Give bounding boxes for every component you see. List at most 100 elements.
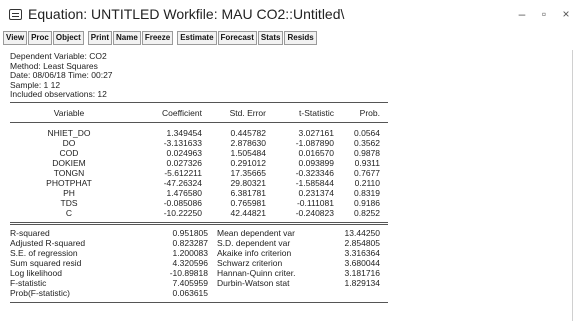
toolbar-group-estimate: Estimate Forecast Stats Resids <box>177 31 318 45</box>
stat-label: Sum squared resid <box>10 258 82 268</box>
stat-label: F-statistic <box>10 278 47 288</box>
cell-prob: 0.2110 <box>354 178 380 188</box>
table-row: COD 0.024963 1.505484 0.016570 0.9878 <box>10 148 388 158</box>
view-button[interactable]: View <box>3 31 28 45</box>
resids-button[interactable]: Resids <box>284 31 317 45</box>
estimation-output: Dependent Variable: CO2 Method: Least Sq… <box>10 51 390 303</box>
cell-std-error: 0.445782 <box>230 128 266 138</box>
stat-value: 0.823287 <box>172 238 208 248</box>
column-header-t-statistic: t-Statistic <box>299 108 334 118</box>
stat-value: 3.316364 <box>344 248 380 258</box>
stats-button[interactable]: Stats <box>257 31 284 45</box>
stat-label: Schwarz criterion <box>217 258 283 268</box>
column-header-variable: Variable <box>53 108 85 118</box>
cell-coefficient: -47.26324 <box>163 178 202 188</box>
cell-std-error: 0.765981 <box>230 198 266 208</box>
cell-coefficient: -5.612211 <box>164 168 202 178</box>
stat-label: S.D. dependent var <box>217 238 291 248</box>
cell-prob: 0.9878 <box>354 148 380 158</box>
column-header-std-error: Std. Error <box>229 108 266 118</box>
name-button[interactable]: Name <box>113 31 141 45</box>
stat-label: Durbin-Watson stat <box>217 278 290 288</box>
cell-std-error: 6.381781 <box>230 188 266 198</box>
stat-label: Log likelihood <box>10 268 62 278</box>
stats-row: Adjusted R-squared 0.823287 S.D. depende… <box>10 238 388 248</box>
cell-variable: PHOTPHAT <box>46 178 92 188</box>
proc-button[interactable]: Proc <box>28 31 52 45</box>
cell-coefficient: -0.085086 <box>163 198 202 208</box>
stat-label: Mean dependent var <box>217 228 295 238</box>
table-header-rule <box>10 122 388 123</box>
stats-row: Prob(F-statistic) 0.063615 <box>10 288 388 298</box>
window-controls: – ▫ × <box>516 8 572 20</box>
stat-label: Adjusted R-squared <box>10 238 86 248</box>
stats-row: Sum squared resid 4.320596 Schwarz crite… <box>10 258 388 268</box>
column-header-coefficient: Coefficient <box>161 108 202 118</box>
cell-variable: PH <box>63 188 75 198</box>
cell-t-statistic: 3.027161 <box>298 128 334 138</box>
stat-value: 0.063615 <box>172 288 208 298</box>
stat-label: R-squared <box>10 228 50 238</box>
cell-variable: DO <box>62 138 76 148</box>
window-right-border <box>572 50 573 321</box>
toolbar-group-print: Print Name Freeze <box>87 31 174 45</box>
equation-toolbar: View Proc Object Print Name Freeze Estim… <box>3 31 321 45</box>
table-row: NHIET_DO 1.349454 0.445782 3.027161 0.05… <box>10 128 388 138</box>
cell-t-statistic: -1.585844 <box>295 178 334 188</box>
stat-label: S.E. of regression <box>10 248 78 258</box>
cell-prob: 0.7677 <box>354 168 380 178</box>
stat-value: -10.89818 <box>169 268 208 278</box>
cell-coefficient: 0.027326 <box>166 158 202 168</box>
minimize-button[interactable]: – <box>516 8 528 20</box>
object-button[interactable]: Object <box>52 31 84 45</box>
window-title: Equation: UNTITLED Workfile: MAU CO2::Un… <box>28 6 345 22</box>
cell-t-statistic: 0.093899 <box>298 158 334 168</box>
freeze-button[interactable]: Freeze <box>141 31 174 45</box>
stat-value: 2.854805 <box>344 238 380 248</box>
cell-coefficient: 1.349454 <box>166 128 202 138</box>
cell-std-error: 17.35665 <box>230 168 266 178</box>
cell-std-error: 1.505484 <box>230 148 266 158</box>
cell-std-error: 42.44821 <box>230 208 266 218</box>
cell-t-statistic: 0.016570 <box>298 148 334 158</box>
stats-row: R-squared 0.951805 Mean dependent var 13… <box>10 228 388 238</box>
estimate-button[interactable]: Estimate <box>177 31 217 45</box>
stats-row: F-statistic 7.405959 Durbin-Watson stat … <box>10 278 388 288</box>
date-line: Date: 08/06/18 Time: 00:27 <box>10 70 113 80</box>
cell-std-error: 2.878630 <box>230 138 266 148</box>
table-row: DOKIEM 0.027326 0.291012 0.093899 0.9311 <box>10 158 388 168</box>
forecast-button[interactable]: Forecast <box>217 31 257 45</box>
window-menu-icon[interactable] <box>9 9 22 20</box>
cell-coefficient: 0.024963 <box>166 148 202 158</box>
cell-prob: 0.3562 <box>354 138 380 148</box>
table-row: TDS -0.085086 0.765981 -0.111081 0.9186 <box>10 198 388 208</box>
stat-value: 7.405959 <box>172 278 208 288</box>
table-row: PH 1.476580 6.381781 0.231374 0.8319 <box>10 188 388 198</box>
table-body-rule-double <box>10 224 388 225</box>
table-row: DO -3.131633 2.878630 -1.087890 0.3562 <box>10 138 388 148</box>
table-header-row: Variable Coefficient Std. Error t-Statis… <box>10 108 388 118</box>
stat-value: 1.829134 <box>344 278 380 288</box>
cell-prob: 0.8252 <box>354 208 380 218</box>
cell-prob: 0.8319 <box>354 188 380 198</box>
cell-prob: 0.0564 <box>354 128 380 138</box>
close-button[interactable]: × <box>560 8 572 20</box>
restore-button[interactable]: ▫ <box>538 8 550 20</box>
cell-variable: TDS <box>60 198 78 208</box>
cell-prob: 0.9311 <box>354 158 380 168</box>
title-bar[interactable]: Equation: UNTITLED Workfile: MAU CO2::Un… <box>0 0 578 30</box>
observations-line: Included observations: 12 <box>10 89 107 99</box>
stat-label: Prob(F-statistic) <box>10 288 70 298</box>
cell-prob: 0.9186 <box>354 198 380 208</box>
stat-value: 1.200083 <box>172 248 208 258</box>
table-top-rule <box>10 102 388 103</box>
table-body-rule <box>10 222 388 223</box>
print-button[interactable]: Print <box>87 31 113 45</box>
stat-value: 3.680044 <box>344 258 380 268</box>
table-row: PHOTPHAT -47.26324 29.80321 -1.585844 0.… <box>10 178 388 188</box>
cell-t-statistic: -0.111081 <box>296 198 334 208</box>
cell-variable: DOKIEM <box>52 158 86 168</box>
table-row: TONGN -5.612211 17.35665 -0.323346 0.767… <box>10 168 388 178</box>
stat-value: 4.320596 <box>172 258 208 268</box>
stat-label: Akaike info criterion <box>217 248 292 258</box>
